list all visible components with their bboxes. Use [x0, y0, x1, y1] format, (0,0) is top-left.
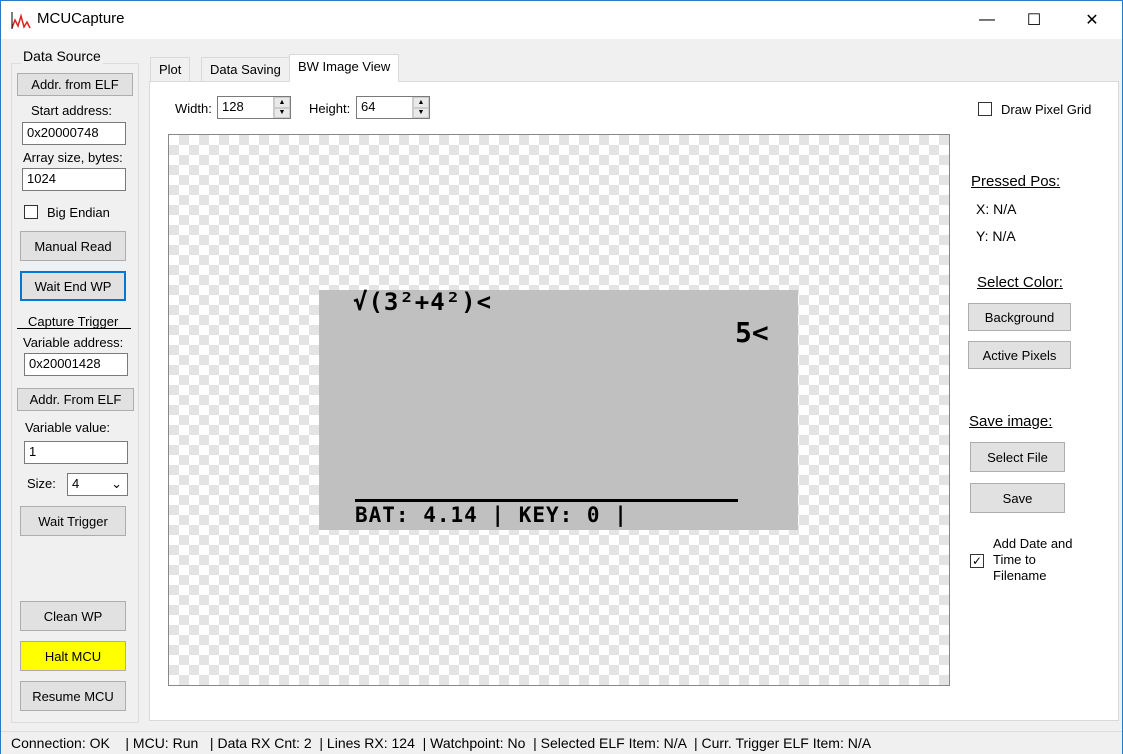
size-select[interactable]: 4 ⌄	[67, 473, 128, 496]
wait-end-wp-button[interactable]: Wait End WP	[20, 271, 126, 301]
status-bar: Connection: OK | MCU: Run | Data RX Cnt:…	[1, 731, 1122, 754]
height-input[interactable]: 64 ▲ ▼	[356, 96, 430, 119]
add-date-label: Add Date and Time to Filename	[993, 536, 1073, 583]
maximize-button[interactable]: ☐	[1011, 1, 1057, 39]
background-color-button[interactable]: Background	[968, 303, 1071, 331]
select-color-title: Select Color:	[977, 274, 1063, 291]
tab-plot[interactable]: Plot	[150, 57, 191, 81]
array-size-label: Array size, bytes:	[23, 150, 123, 165]
width-value: 128	[222, 99, 244, 114]
down-arrow-icon[interactable]: ▼	[274, 107, 290, 118]
start-address-input[interactable]: 0x20000748	[22, 122, 126, 145]
width-label: Width:	[175, 101, 212, 116]
lcd-divider	[355, 499, 738, 502]
add-date-checkbox[interactable]: ✓	[970, 554, 984, 568]
lcd-expression: √(3²+4²)<	[353, 288, 493, 316]
pressed-x: X: N/A	[976, 201, 1017, 217]
variable-value-input[interactable]: 1	[24, 441, 128, 464]
save-button[interactable]: Save	[970, 483, 1065, 513]
up-arrow-icon[interactable]: ▲	[413, 97, 429, 108]
close-button[interactable]: ✕	[1069, 1, 1115, 39]
capture-trigger-title: Capture Trigger	[28, 314, 119, 329]
pressed-pos-title: Pressed Pos:	[971, 173, 1061, 190]
active-pixels-color-button[interactable]: Active Pixels	[968, 341, 1071, 369]
size-label: Size:	[27, 476, 56, 491]
minimize-button[interactable]: —	[964, 1, 1010, 39]
big-endian-label: Big Endian	[47, 205, 110, 220]
app-icon	[11, 12, 31, 29]
tab-data-saving[interactable]: Data Saving	[201, 57, 290, 81]
select-file-button[interactable]: Select File	[970, 442, 1065, 472]
addr-from-elf-button[interactable]: Addr. from ELF	[17, 73, 133, 96]
draw-pixel-grid-label: Draw Pixel Grid	[1001, 102, 1092, 117]
save-image-title: Save image:	[969, 413, 1053, 430]
variable-value-label: Variable value:	[25, 420, 111, 435]
window-title: MCUCapture	[37, 10, 125, 27]
clean-wp-button[interactable]: Clean WP	[20, 601, 126, 631]
lcd-result: 5<	[735, 316, 769, 349]
variable-address-input[interactable]: 0x20001428	[24, 353, 128, 376]
start-address-label: Start address:	[31, 103, 112, 118]
lcd-status: BAT: 4.14 | KEY: 0 |	[355, 503, 628, 527]
pressed-y: Y: N/A	[976, 228, 1016, 244]
halt-mcu-button[interactable]: Halt MCU	[20, 641, 126, 671]
divider	[17, 328, 131, 329]
height-label: Height:	[309, 101, 351, 116]
down-arrow-icon[interactable]: ▼	[413, 107, 429, 118]
resume-mcu-button[interactable]: Resume MCU	[20, 681, 126, 711]
tab-bw-image-view[interactable]: BW Image View	[289, 54, 400, 82]
manual-read-button[interactable]: Manual Read	[20, 231, 126, 261]
height-value: 64	[361, 99, 376, 114]
wait-trigger-button[interactable]: Wait Trigger	[20, 506, 126, 536]
width-input[interactable]: 128 ▲ ▼	[217, 96, 291, 119]
width-spinner[interactable]: ▲ ▼	[273, 97, 290, 118]
up-arrow-icon[interactable]: ▲	[274, 97, 290, 108]
array-size-input[interactable]: 1024	[22, 168, 126, 191]
height-spinner[interactable]: ▲ ▼	[412, 97, 429, 118]
variable-address-label: Variable address:	[23, 335, 124, 350]
addr-from-elf-trigger-button[interactable]: Addr. From ELF	[17, 388, 134, 411]
big-endian-checkbox[interactable]	[24, 205, 38, 219]
data-source-title: Data Source	[21, 48, 103, 64]
size-value: 4	[72, 476, 80, 491]
chevron-down-icon: ⌄	[111, 476, 122, 491]
title-bar: MCUCapture — ☐ ✕	[1, 1, 1122, 39]
draw-pixel-grid-checkbox[interactable]	[978, 102, 992, 116]
lcd-image[interactable]: √(3²+4²)< 5< BAT: 4.14 | KEY: 0 |	[319, 288, 798, 530]
